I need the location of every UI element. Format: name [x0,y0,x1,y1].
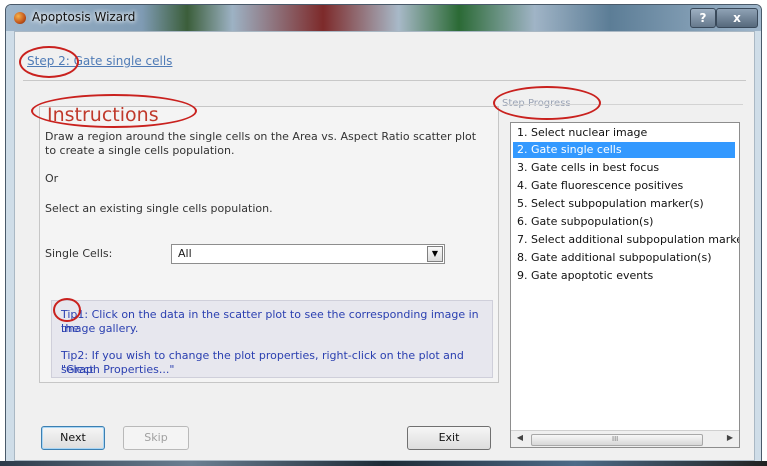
list-item[interactable]: 9. Gate apoptotic events [513,268,739,284]
scroll-thumb[interactable]: III [531,434,703,446]
close-button[interactable]: x [716,8,758,28]
list-item[interactable]: 4. Gate fluorescence positives [513,178,739,194]
single-cells-value: All [178,247,192,260]
skip-button[interactable]: Skip [123,426,189,450]
window-title: Apoptosis Wizard [32,10,136,24]
scroll-grip: III [612,435,619,443]
wizard-body: Step 2: Gate single cells Instructions D… [14,31,755,461]
instruction-or: Or [45,172,59,185]
taskbar-strip [0,461,767,466]
instruction-line-1: Draw a region around the single cells on… [45,130,477,143]
annotation-circle-tip [53,298,81,322]
single-cells-dropdown[interactable]: All ▼ [171,244,445,264]
exit-button[interactable]: Exit [407,426,491,450]
annotation-circle-step [19,46,79,78]
scroll-left-icon[interactable]: ◀ [513,433,527,445]
list-item[interactable]: 1. Select nuclear image [513,125,739,141]
instruction-line-2: to create a single cells population. [45,144,235,157]
list-item[interactable]: 5. Select subpopulation marker(s) [513,196,739,212]
app-icon [14,12,26,24]
help-button[interactable]: ? [690,8,716,28]
next-button[interactable]: Next [41,426,105,450]
header-divider [23,80,746,81]
single-cells-label: Single Cells: [45,247,113,260]
horizontal-scrollbar[interactable]: ◀ III ▶ [511,430,739,447]
scroll-right-icon[interactable]: ▶ [723,433,737,445]
step-progress-list[interactable]: 1. Select nuclear image 2. Gate single c… [510,122,740,448]
list-item[interactable]: 8. Gate additional subpopulation(s) [513,250,739,266]
tip1-line-2: image gallery. [61,322,139,335]
list-item[interactable]: 7. Select additional subpopulation marke… [513,232,739,248]
instruction-select-existing: Select an existing single cells populati… [45,202,273,215]
wizard-window: Apoptosis Wizard ? x Step 2: Gate single… [5,4,762,464]
title-bar[interactable]: Apoptosis Wizard ? x [6,5,761,31]
annotation-circle-instructions [31,94,197,128]
tip2-line-2: "Graph Properties..." [61,363,175,376]
list-item[interactable]: 6. Gate subpopulation(s) [513,214,739,230]
annotation-circle-step-progress [493,86,601,120]
list-item[interactable]: 3. Gate cells in best focus [513,160,739,176]
list-item-selected[interactable]: 2. Gate single cells [513,142,735,158]
chevron-down-icon[interactable]: ▼ [427,246,443,262]
